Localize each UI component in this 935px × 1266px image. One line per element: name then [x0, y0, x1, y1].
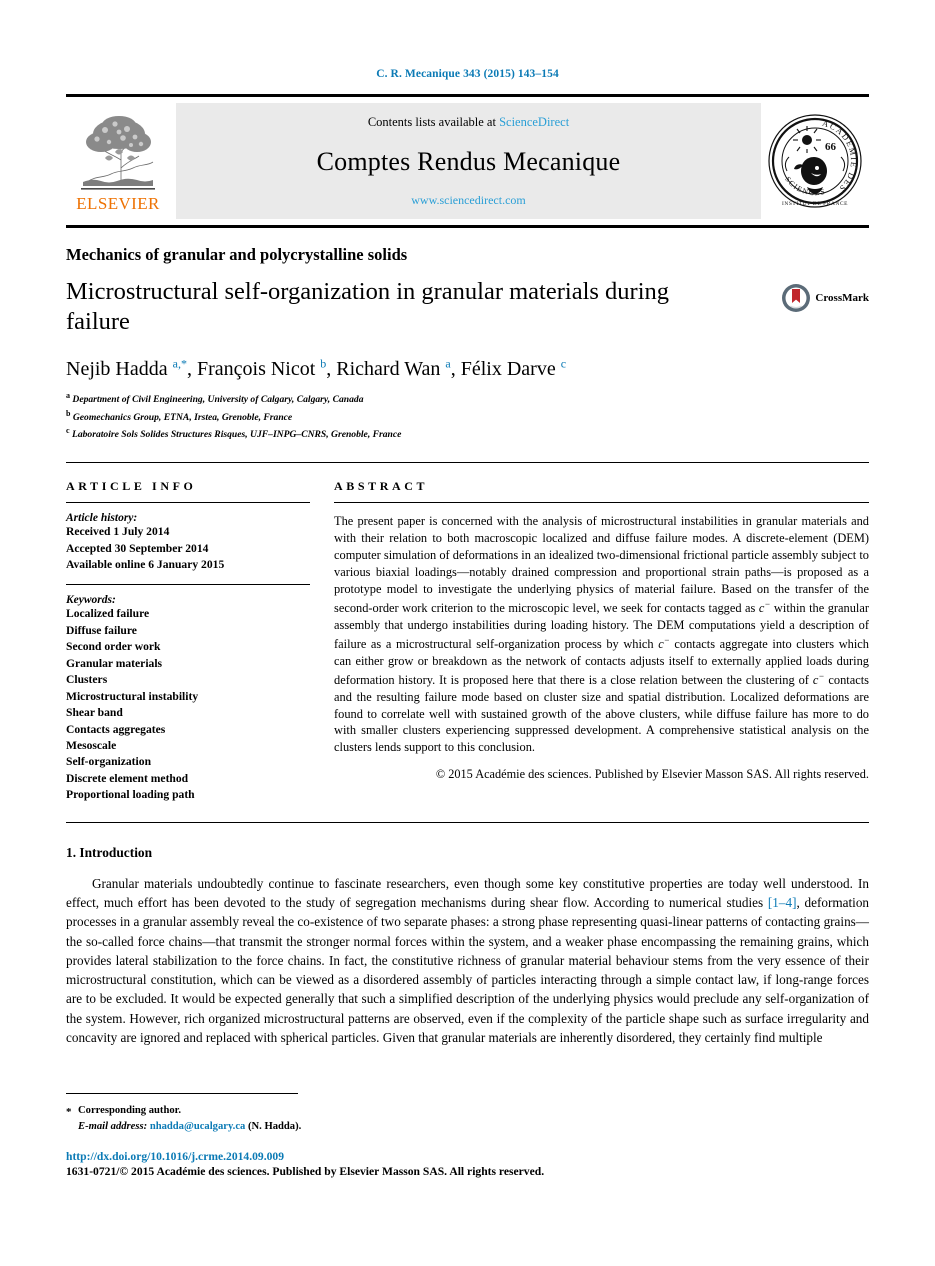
elsevier-tree-icon	[75, 112, 161, 194]
keyword-item: Proportional loading path	[66, 788, 195, 802]
abstract-text: The present paper is concerned with the …	[334, 513, 869, 756]
academie-des-sciences-seal-icon: ACADEMIE DES SCIENCES	[768, 114, 862, 208]
keyword-item: Granular materials	[66, 656, 163, 670]
article-history-heading: Article history:	[66, 512, 138, 525]
contact-symbol: c−	[813, 671, 825, 687]
doi-link[interactable]: http://dx.doi.org/10.1016/j.crme.2014.09…	[66, 1150, 869, 1163]
journal-section-label: Mechanics of granular and polycrystallin…	[66, 245, 408, 264]
author-list: Nejib Hadda a,*, François Nicot b, Richa…	[66, 356, 567, 380]
svg-text:66: 66	[825, 141, 837, 153]
keyword-item: Microstructural instability	[66, 689, 199, 703]
abstract-column: ABSTRACT The present paper is concerned …	[334, 479, 869, 804]
journal-masthead: ELSEVIER Contents lists available at Sci…	[66, 94, 869, 228]
keyword-item: Second order work	[66, 640, 161, 654]
keyword-item: Contacts aggregates	[66, 722, 166, 736]
keyword-item: Localized failure	[66, 607, 150, 621]
body-divider	[66, 821, 869, 823]
affiliation-a-text: Department of Civil Engineering, Univers…	[72, 393, 364, 405]
elsevier-wordmark: ELSEVIER	[76, 194, 160, 213]
corresponding-author-text: Corresponding author.	[78, 1105, 182, 1117]
issn-copyright-line: 1631-0721/© 2015 Académie des sciences. …	[66, 1165, 545, 1178]
keyword-item: Diffuse failure	[66, 623, 137, 637]
corresponding-author-note: * Corresponding author. E-mail address: …	[66, 1103, 869, 1135]
seal-inner-text: INSTITUT DE FRANCE	[782, 201, 848, 207]
history-online: Available online 6 January 2015	[66, 557, 225, 571]
crossmark-label: CrossMark	[815, 292, 869, 304]
abstract-divider	[334, 502, 869, 504]
intro-text-part-2: , deformation processes in a granular as…	[66, 895, 870, 1045]
email-suffix: (N. Hadda).	[247, 1121, 302, 1133]
affiliation-c: c Laboratoire Sols Solides Structures Ri…	[66, 426, 402, 441]
introduction-paragraph: Granular materials undoubtedly continue …	[66, 874, 869, 1047]
page-title: Microstructural self-organization in gra…	[66, 278, 670, 335]
abstract-heading: ABSTRACT	[334, 479, 429, 494]
contents-available-line: Contents lists available at ScienceDirec…	[368, 115, 569, 130]
crossmark-icon	[782, 284, 811, 312]
keywords-heading: Keywords:	[66, 594, 116, 607]
history-received: Received 1 July 2014	[66, 525, 170, 539]
contact-symbol: c−	[759, 599, 771, 615]
elsevier-logo: ELSEVIER	[66, 97, 170, 225]
section-heading-introduction: 1. Introduction	[66, 844, 153, 860]
citation-link[interactable]: [1–4]	[768, 895, 797, 910]
email-link[interactable]: nhadda@ucalgary.ca	[150, 1121, 246, 1132]
abstract-part-1: The present paper is concerned with the …	[334, 514, 869, 615]
contact-symbol: c−	[658, 635, 670, 651]
affiliation-list: a Department of Civil Engineering, Unive…	[66, 390, 869, 443]
info-divider	[66, 502, 310, 504]
keywords-divider	[66, 584, 310, 586]
keyword-item: Discrete element method	[66, 771, 189, 785]
email-address-label: E-mail address:	[78, 1121, 148, 1133]
sciencedirect-link[interactable]: ScienceDirect	[499, 115, 569, 129]
journal-banner: Contents lists available at ScienceDirec…	[176, 103, 761, 219]
keyword-item: Shear band	[66, 706, 123, 720]
asterisk-icon: *	[66, 1106, 72, 1119]
article-info-column: ARTICLE INFO Article history: Received 1…	[66, 479, 310, 804]
paper-page: C. R. Mecanique 343 (2015) 143–154 ELSEV…	[0, 0, 935, 1266]
sciencedirect-url[interactable]: www.sciencedirect.com	[411, 193, 526, 208]
contents-prefix: Contents lists available at	[367, 115, 500, 129]
affiliation-a: a Department of Civil Engineering, Unive…	[66, 390, 364, 405]
article-info-heading: ARTICLE INFO	[66, 479, 197, 494]
keywords-block: Keywords: Localized failure Diffuse fail…	[66, 594, 310, 803]
title-row: Microstructural self-organization in gra…	[66, 277, 869, 337]
keyword-item: Clusters	[66, 673, 108, 687]
history-accepted: Accepted 30 September 2014	[66, 541, 209, 555]
journal-title: Comptes Rendus Mecanique	[316, 146, 621, 176]
affiliation-c-text: Laboratoire Sols Solides Structures Risq…	[71, 429, 402, 441]
info-abstract-section: ARTICLE INFO Article history: Received 1…	[66, 462, 869, 804]
footer-rule	[66, 1093, 298, 1095]
affiliation-b: b Geomechanics Group, ETNA, Irstea, Gren…	[66, 408, 293, 423]
keyword-item: Self-organization	[66, 755, 152, 769]
keyword-item: Mesoscale	[66, 739, 117, 753]
page-footer: * Corresponding author. E-mail address: …	[66, 1093, 869, 1178]
running-head: C. R. Mecanique 343 (2015) 143–154	[376, 68, 559, 80]
academy-seal: ACADEMIE DES SCIENCES	[761, 97, 869, 225]
affiliation-b-text: Geomechanics Group, ETNA, Irstea, Grenob…	[72, 411, 293, 423]
abstract-copyright: © 2015 Académie des sciences. Published …	[435, 767, 869, 782]
crossmark-badge[interactable]: CrossMark	[781, 283, 869, 313]
intro-text-part-1: Granular materials undoubtedly continue …	[66, 875, 869, 911]
